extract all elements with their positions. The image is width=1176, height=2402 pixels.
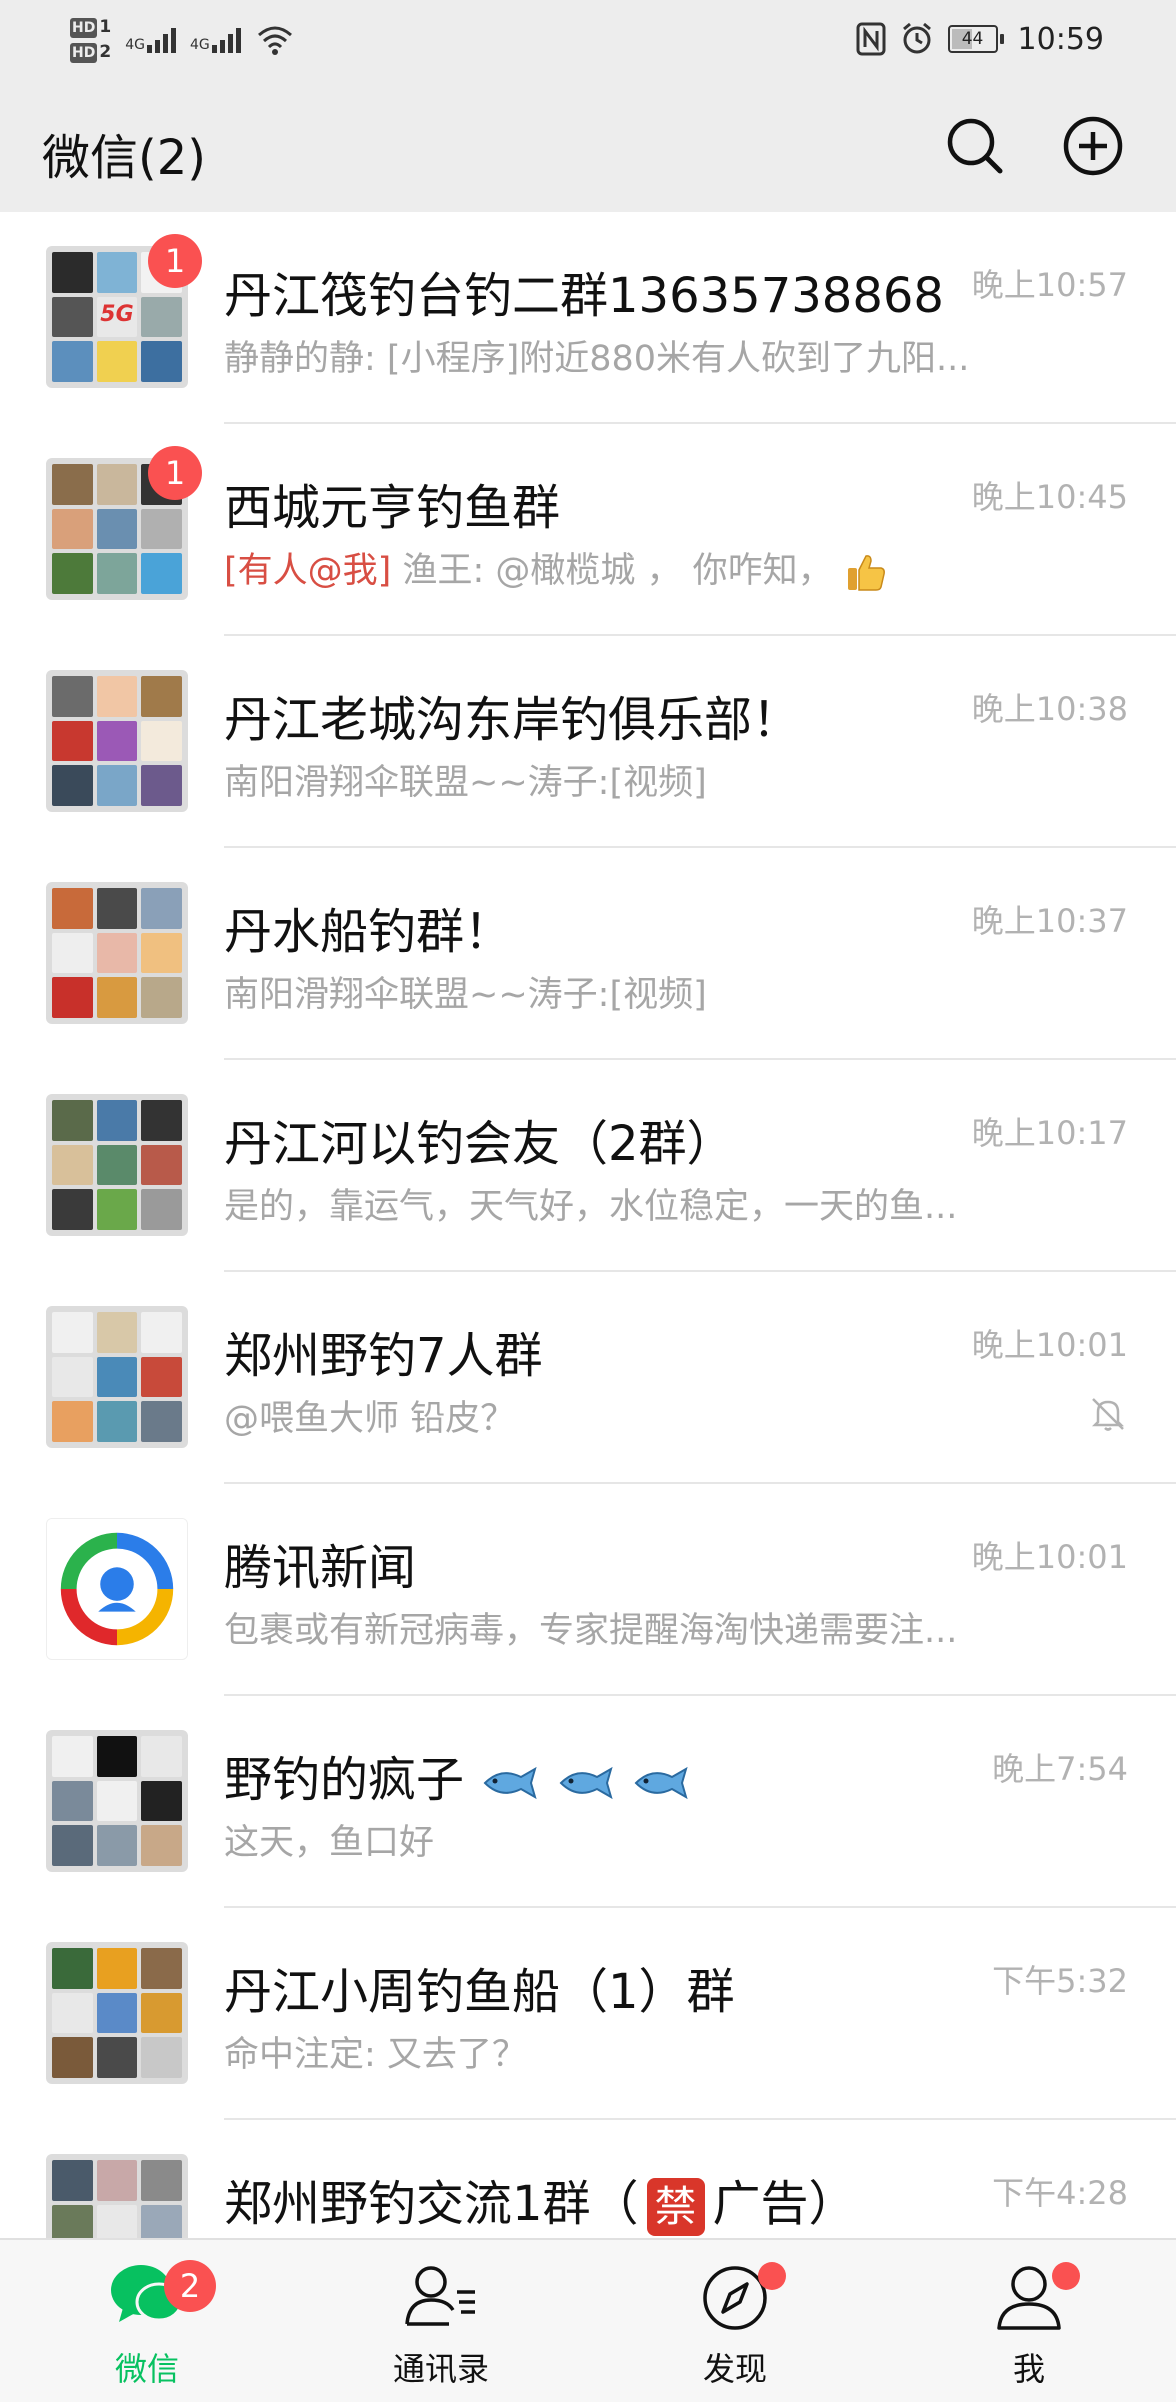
chat-time: 晚上10:37 (971, 902, 1128, 940)
chat-name-text-2: 广告） (712, 2176, 857, 2232)
wifi-icon (257, 26, 292, 55)
group-avatar (46, 1306, 188, 1448)
chat-list: 5G 1 丹江筏钓台钓二群13635738868 晚上10:57 静静的静: [… (0, 212, 1176, 2238)
chat-time: 下午5:32 (992, 1962, 1128, 2000)
group-avatar (46, 882, 188, 1024)
chat-row[interactable]: 腾讯新闻 晚上10:01 包裹或有新冠病毒，专家提醒海淘快递需要注... (0, 1484, 1176, 1696)
chat-preview: 静静的静: [小程序]附近880米有人砍到了九阳... (224, 339, 970, 379)
chat-time: 晚上10:01 (971, 1538, 1128, 1576)
status-bar: HD 1 HD 2 4G 4G 44 10:59 (0, 0, 1176, 78)
chat-preview: 南阳滑翔伞联盟~~涛子:[视频] (224, 763, 707, 803)
chat-row[interactable]: 郑州野钓交流1群（禁广告） 下午4:28 (0, 2120, 1176, 2238)
chat-preview: 包裹或有新冠病毒，专家提醒海淘快递需要注... (224, 1611, 958, 1651)
sim2-indicator: HD 2 (70, 42, 112, 63)
clock: 10:59 (1017, 21, 1104, 57)
thumbs-up-icon (847, 555, 885, 591)
chat-name: 丹水船钓群！ (224, 904, 513, 960)
fish-icon (634, 1766, 688, 1800)
tab-unread-badge: 2 (164, 2260, 216, 2312)
chat-name: 郑州野钓交流1群（禁广告） (224, 2164, 857, 2236)
chat-name: 郑州野钓7人群 (224, 1328, 543, 1384)
app-header: 微信(2) (0, 78, 1176, 212)
chat-name: 丹江小周钓鱼船（1）群 (224, 1964, 735, 2020)
new-dot (1052, 2262, 1080, 2290)
sim-indicators: HD 1 HD 2 (70, 17, 111, 63)
battery-icon: 44 (947, 25, 1004, 53)
tab-chats[interactable]: 2 微信 (0, 2240, 294, 2402)
chat-time: 下午4:28 (992, 2174, 1128, 2212)
unread-badge: 1 (148, 234, 202, 288)
fish-icon (559, 1766, 613, 1800)
chat-time: 晚上10:57 (971, 266, 1128, 304)
unread-badge: 1 (148, 446, 202, 500)
add-circle-icon[interactable] (1058, 111, 1128, 181)
forbidden-emoji-icon: 禁 (646, 2178, 705, 2236)
chat-preview: [有人@我] 渔王: @橄榄城 ， 你咋知， (224, 542, 888, 594)
page-title: 微信(2) (42, 130, 206, 186)
chat-preview: 命中注定: 又去了？ (224, 2035, 527, 2075)
group-avatar (46, 670, 188, 812)
chat-time: 晚上10:38 (971, 690, 1128, 728)
bottom-tab-bar: 2 微信 通讯录 发现 我 (0, 2238, 1176, 2402)
chat-row[interactable]: 丹水船钓群！ 晚上10:37 南阳滑翔伞联盟~~涛子:[视频] (0, 848, 1176, 1060)
mute-bell-icon (1091, 1398, 1125, 1431)
tab-label: 通讯录 (392, 2350, 489, 2388)
tencent-news-logo-icon (46, 1518, 188, 1660)
status-left: HD 1 HD 2 4G 4G (70, 10, 295, 70)
chat-row[interactable]: 1 西城元亨钓鱼群 晚上10:45 [有人@我] 渔王: @橄榄城 ， 你咋知， (0, 424, 1176, 636)
chat-row[interactable]: 丹江老城沟东岸钓俱乐部！ 晚上10:38 南阳滑翔伞联盟~~涛子:[视频] (0, 636, 1176, 848)
group-avatar (46, 2154, 188, 2238)
tab-me[interactable]: 我 (882, 2240, 1176, 2402)
status-right: 44 10:59 (856, 14, 1104, 64)
chat-name-text: 野钓的疯子 (224, 1752, 465, 1808)
tab-label: 我 (1012, 2350, 1045, 2388)
chat-time: 晚上7:54 (992, 1750, 1128, 1788)
new-dot (758, 2262, 786, 2290)
chat-preview: 南阳滑翔伞联盟~~涛子:[视频] (224, 975, 707, 1015)
tab-discover[interactable]: 发现 (588, 2240, 882, 2402)
signal-2-icon: 4G (190, 27, 241, 53)
tab-label: 微信 (114, 2350, 179, 2388)
signal-1-icon: 4G (125, 27, 176, 53)
chat-row[interactable]: 丹江小周钓鱼船（1）群 下午5:32 命中注定: 又去了？ (0, 1908, 1176, 2120)
tab-contacts[interactable]: 通讯录 (294, 2240, 588, 2402)
chat-name: 腾讯新闻 (224, 1540, 417, 1596)
group-avatar (46, 1730, 188, 1872)
chat-name: 西城元亨钓鱼群 (224, 480, 561, 536)
nfc-icon (856, 22, 886, 56)
group-avatar (46, 1942, 188, 2084)
preview-text: 渔王: @橄榄城 ， 你咋知， (391, 551, 833, 591)
chat-row[interactable]: 丹江河以钓会友（2群） 晚上10:17 是的，靠运气，天气好，水位稳定，一天的鱼… (0, 1060, 1176, 1272)
sim1-indicator: HD 1 (70, 17, 112, 38)
tab-label: 发现 (702, 2350, 767, 2388)
chat-row[interactable]: 5G 1 丹江筏钓台钓二群13635738868 晚上10:57 静静的静: [… (0, 212, 1176, 424)
search-icon[interactable] (940, 111, 1010, 181)
chat-preview: @喂鱼大师 铅皮？ (224, 1399, 516, 1439)
alarm-icon (902, 22, 931, 54)
mention-tag: [有人@我] (224, 551, 392, 591)
chat-name: 丹江老城沟东岸钓俱乐部！ (224, 692, 801, 748)
chat-row[interactable]: 郑州野钓7人群 晚上10:01 @喂鱼大师 铅皮？ (0, 1272, 1176, 1484)
fish-icon (483, 1766, 537, 1800)
chat-preview: 这天，鱼口好 (224, 1823, 435, 1863)
chat-time: 晚上10:17 (971, 1114, 1128, 1152)
chat-preview: 是的，靠运气，天气好，水位稳定，一天的鱼... (224, 1187, 958, 1227)
chat-row[interactable]: 野钓的疯子 晚上7:54 这天，鱼口好 (0, 1696, 1176, 1908)
chat-time: 晚上10:45 (971, 478, 1128, 516)
chat-time: 晚上10:01 (971, 1326, 1128, 1364)
chat-name: 野钓的疯子 (224, 1740, 690, 1810)
contacts-icon (405, 2266, 475, 2326)
chat-name: 丹江筏钓台钓二群13635738868 (224, 268, 944, 324)
group-avatar (46, 1094, 188, 1236)
chat-name-text: 郑州野钓交流1群（ (224, 2176, 639, 2232)
chat-name: 丹江河以钓会友（2群） (224, 1116, 735, 1172)
